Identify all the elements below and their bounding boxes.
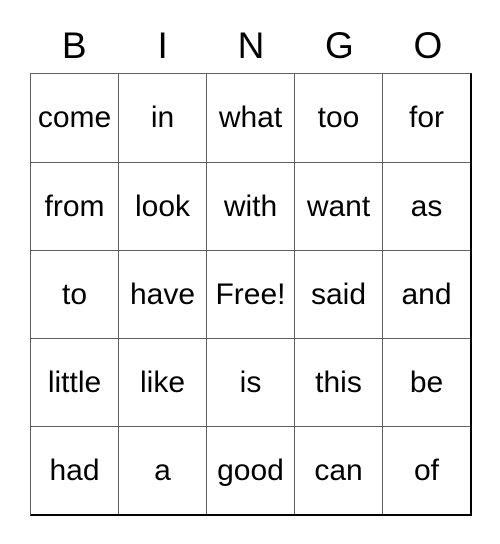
- bingo-cell-r2c4[interactable]: want: [294, 162, 382, 250]
- bingo-cell-r1c5[interactable]: for: [382, 74, 470, 162]
- bingo-grid-row: little like is this be: [31, 338, 470, 426]
- bingo-cell-r5c2[interactable]: a: [118, 426, 206, 514]
- bingo-cell-r2c2[interactable]: look: [118, 162, 206, 250]
- bingo-cell-r5c3[interactable]: good: [206, 426, 294, 514]
- bingo-cell-r5c4[interactable]: can: [294, 426, 382, 514]
- bingo-header-letter-i: I: [157, 25, 168, 66]
- bingo-cell-r1c3[interactable]: what: [206, 74, 294, 162]
- bingo-cell-r4c4[interactable]: this: [294, 338, 382, 426]
- bingo-grid-row: to have Free! said and: [31, 250, 470, 338]
- bingo-cell-r2c1[interactable]: from: [31, 162, 118, 250]
- bingo-cell-r1c1[interactable]: come: [31, 74, 118, 162]
- bingo-cell-free-space[interactable]: Free!: [206, 250, 294, 338]
- bingo-cell-r3c4[interactable]: said: [294, 250, 382, 338]
- bingo-cell-r5c1[interactable]: had: [31, 426, 118, 514]
- bingo-grid: come in what too for from look with want…: [30, 73, 472, 516]
- bingo-grid-row: from look with want as: [31, 162, 470, 250]
- bingo-header-letter-g: G: [325, 25, 354, 66]
- bingo-card: B I N G O come in what too for from look…: [0, 0, 500, 544]
- bingo-cell-r2c3[interactable]: with: [206, 162, 294, 250]
- bingo-cell-r1c2[interactable]: in: [118, 74, 206, 162]
- bingo-cell-r5c5[interactable]: of: [382, 426, 470, 514]
- bingo-cell-r3c1[interactable]: to: [31, 250, 118, 338]
- bingo-cell-r4c3[interactable]: is: [206, 338, 294, 426]
- bingo-cell-r2c5[interactable]: as: [382, 162, 470, 250]
- bingo-cell-r4c5[interactable]: be: [382, 338, 470, 426]
- bingo-header-letter-n: N: [237, 25, 265, 66]
- bingo-header-letter-b: B: [61, 25, 87, 66]
- bingo-grid-row: had a good can of: [31, 426, 470, 514]
- bingo-header-row: B I N G O: [30, 18, 472, 73]
- bingo-cell-r1c4[interactable]: too: [294, 74, 382, 162]
- bingo-header-letter-o: O: [413, 25, 443, 66]
- bingo-grid-row: come in what too for: [31, 74, 470, 162]
- bingo-cell-r3c2[interactable]: have: [118, 250, 206, 338]
- bingo-cell-r3c5[interactable]: and: [382, 250, 470, 338]
- bingo-cell-r4c1[interactable]: little: [31, 338, 118, 426]
- bingo-cell-r4c2[interactable]: like: [118, 338, 206, 426]
